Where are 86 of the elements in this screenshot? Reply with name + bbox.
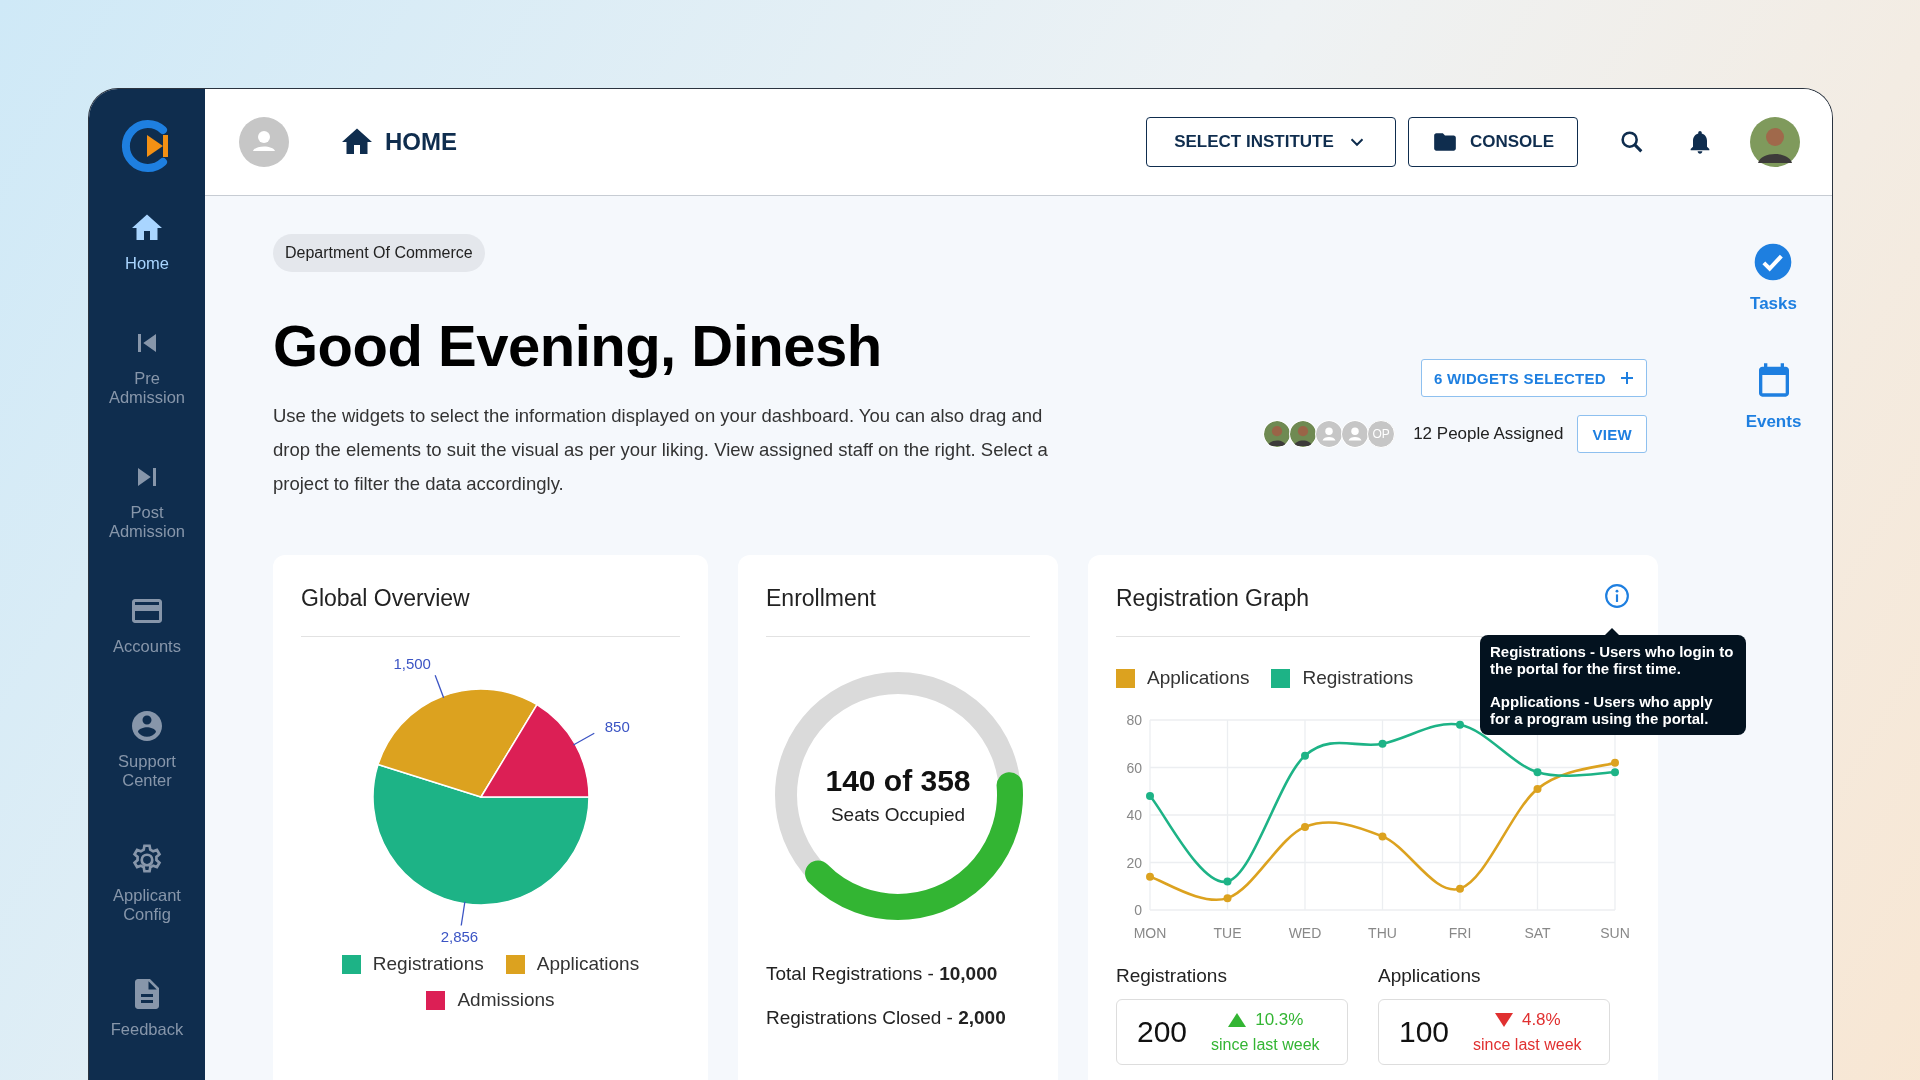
enrollment-stat: Total Registrations - 10,000 bbox=[766, 963, 999, 985]
sidebar-item[interactable]: Home bbox=[97, 206, 197, 277]
point bbox=[1301, 751, 1309, 760]
dashboard-description: Use the widgets to select the information displayed on your dashboard. You can also drag and drop the elements to suit the visual as per your liking. View assigned staff on the right. Select a project to filter the data accordingly. bbox=[273, 404, 1049, 496]
rail-item[interactable]: Events bbox=[1745, 360, 1802, 432]
point bbox=[1223, 894, 1232, 903]
x-tick-label: MON bbox=[1133, 925, 1167, 941]
plus-icon bbox=[1620, 371, 1634, 385]
legend-item: Registrations bbox=[1271, 667, 1414, 689]
check-circle-icon bbox=[1753, 242, 1794, 282]
legend-item: Admissions bbox=[426, 989, 555, 1011]
info-icon[interactable] bbox=[1604, 582, 1630, 609]
select-institute-dropdown[interactable]: SELECT INSTITUTE bbox=[1146, 117, 1396, 167]
point bbox=[1378, 832, 1387, 841]
staff-avatar[interactable] bbox=[1289, 420, 1318, 448]
point bbox=[1611, 768, 1619, 777]
leader-line bbox=[434, 674, 444, 699]
change-note: since last week bbox=[1473, 1036, 1582, 1054]
leader-line bbox=[572, 732, 595, 746]
card-title: Registration Graph bbox=[1116, 584, 1310, 613]
x-tick-label: FRI bbox=[1448, 925, 1472, 941]
x-tick-label: SAT bbox=[1524, 925, 1551, 941]
point bbox=[1146, 792, 1154, 800]
card-title: Enrollment bbox=[766, 555, 1030, 637]
profile-avatar[interactable] bbox=[1750, 117, 1800, 167]
x-tick-label: TUE bbox=[1213, 925, 1242, 941]
legend-swatch bbox=[426, 990, 446, 1010]
change-percent: 4.8% bbox=[1521, 1010, 1561, 1030]
sidebar-item[interactable]: Pre Admission bbox=[97, 321, 197, 411]
change-percent: 10.3% bbox=[1255, 1010, 1304, 1030]
leader-line bbox=[460, 901, 466, 927]
point bbox=[1146, 872, 1154, 881]
slice-value-label: 1,500 bbox=[392, 655, 431, 673]
stat-value: 200 bbox=[1137, 1015, 1188, 1049]
point bbox=[1611, 758, 1619, 767]
slice-value-label: 850 bbox=[604, 718, 630, 736]
tooltip-text: Registrations - Users who login to the portal for the first time. bbox=[1490, 643, 1735, 677]
x-tick-label: THU bbox=[1368, 925, 1397, 941]
sidebar-item[interactable]: Post Admission bbox=[97, 455, 197, 545]
down-triangle-icon bbox=[1493, 1012, 1514, 1028]
point bbox=[1456, 884, 1464, 893]
point bbox=[1301, 822, 1309, 831]
change-note: since last week bbox=[1211, 1036, 1320, 1054]
console-button[interactable]: CONSOLE bbox=[1408, 117, 1578, 167]
sidebar-item[interactable]: Accounts bbox=[97, 589, 197, 660]
legend-swatch bbox=[1116, 668, 1135, 688]
slice-value-label: 2,856 bbox=[440, 928, 478, 946]
x-tick-label: WED bbox=[1288, 925, 1322, 941]
legend-swatch bbox=[505, 954, 525, 974]
legend-swatch bbox=[341, 954, 361, 974]
x-tick-label: SUN bbox=[1600, 925, 1630, 941]
legend-item: Applications bbox=[505, 953, 640, 975]
greeting-heading: Good Evening, Dinesh bbox=[273, 312, 883, 379]
legend-item: Applications bbox=[1116, 667, 1250, 689]
point bbox=[1456, 720, 1464, 729]
seats-occupied-value: 140 of 358 bbox=[825, 764, 971, 798]
point bbox=[1533, 768, 1542, 777]
legend-swatch bbox=[1271, 668, 1291, 688]
enrollment-stat: Registrations Closed - 2,000 bbox=[766, 1007, 1007, 1029]
point bbox=[1533, 784, 1542, 793]
point bbox=[1223, 877, 1232, 886]
staff-avatar[interactable] bbox=[1263, 420, 1292, 448]
view-button[interactable]: VIEW bbox=[1577, 415, 1647, 453]
seats-occupied-caption: Seats Occupied bbox=[830, 804, 966, 826]
y-tick-label: 60 bbox=[1126, 759, 1142, 776]
stat-label: Registrations bbox=[1116, 965, 1228, 987]
people-assigned-count: 12 People Assigned bbox=[1413, 424, 1564, 444]
stat-value: 100 bbox=[1399, 1015, 1450, 1049]
tooltip-text: Applications - Users who apply for a program using the portal. bbox=[1490, 693, 1714, 727]
department-chip[interactable]: Department Of Commerce bbox=[273, 234, 485, 272]
sidebar-item[interactable]: Support Center bbox=[97, 704, 197, 794]
point bbox=[1378, 739, 1387, 748]
rail-item[interactable]: Tasks bbox=[1750, 242, 1797, 314]
y-tick-label: 80 bbox=[1126, 712, 1142, 728]
legend-item: Registrations bbox=[341, 953, 484, 975]
account-icon bbox=[129, 708, 165, 744]
stat-label: Applications bbox=[1378, 965, 1482, 987]
y-tick-label: 0 bbox=[1134, 902, 1142, 918]
page-title: HOME bbox=[385, 128, 457, 156]
up-triangle-icon bbox=[1227, 1012, 1248, 1028]
y-tick-label: 40 bbox=[1126, 807, 1142, 823]
sidebar-item[interactable]: Applicant Config bbox=[97, 838, 197, 928]
card-title: Global Overview bbox=[301, 555, 680, 637]
sidebar-item[interactable]: Feedback bbox=[97, 972, 197, 1043]
widgets-selected-button[interactable]: 6 WIDGETS SELECTED bbox=[1420, 359, 1647, 397]
y-tick-label: 20 bbox=[1126, 854, 1142, 871]
